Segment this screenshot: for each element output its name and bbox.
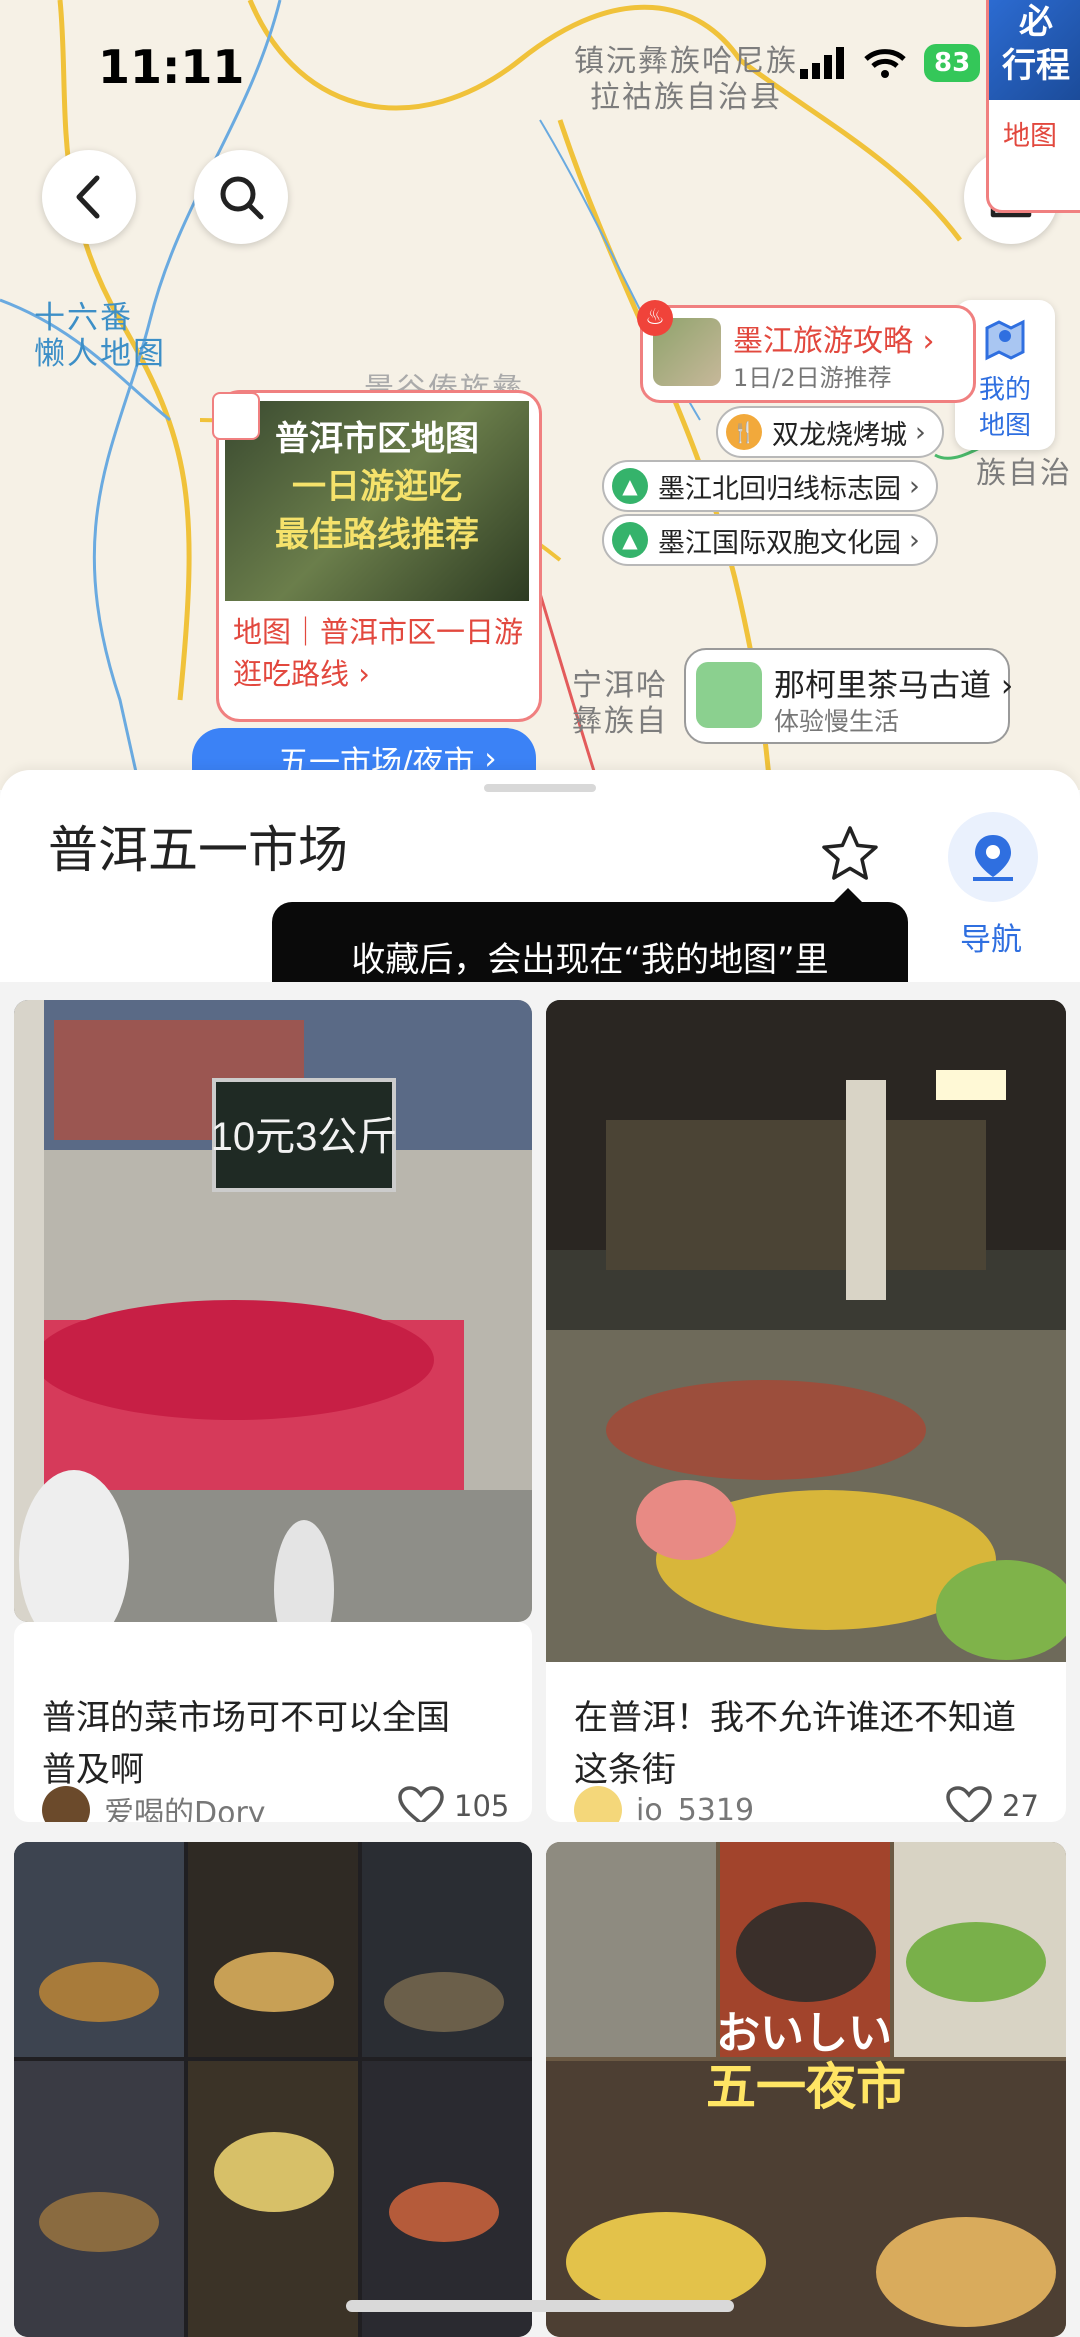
note-photo: 10元3公斤 — [14, 1000, 532, 1622]
like-count: 105 — [454, 1789, 510, 1822]
ninger-label: 宁洱哈 彝族自 — [572, 668, 668, 740]
note-card[interactable]: おいしい 五一夜市 — [546, 1842, 1066, 2337]
mojiang-subtitle: 1日/2日游推荐 — [733, 364, 892, 392]
puer-card-line1: 普洱市区地图 — [275, 419, 479, 459]
ninger-label-line2: 彝族自 — [572, 704, 668, 739]
star-icon[interactable] — [818, 822, 882, 886]
county-label: 镇沅彝族哈尼族 拉祜族自治县 — [574, 44, 798, 116]
map-view[interactable]: 镇沅彝族哈尼族 拉祜族自治县 十六番 懒人地图 景谷傣族彝 宁洱哈 彝族自 族自… — [0, 0, 1080, 790]
photo-overlay-line2: 五一夜市 — [706, 2059, 906, 2115]
status-time: 11:11 — [98, 40, 245, 94]
chevron-right-icon: › — [909, 470, 920, 502]
chevron-right-icon: › — [915, 416, 926, 448]
note-title-text: 普洱的菜市场可不可以全国普及啊 — [42, 1698, 450, 1790]
fork-knife-icon: 🍴 — [726, 414, 762, 450]
poi-label: 双龙烧烤城 — [772, 419, 907, 451]
section-divider — [0, 982, 1080, 1000]
search-icon — [220, 176, 264, 220]
battery-indicator: 83 — [924, 44, 981, 82]
ninger-label-line1: 宁洱哈 — [572, 668, 668, 703]
puer-card-line3: 最佳路线推荐 — [275, 515, 479, 555]
park-icon: ▲ — [612, 522, 648, 558]
mojiang-guide-card[interactable]: ♨ 墨江旅游攻略 › 1日/2日游推荐 — [637, 300, 976, 403]
heart-icon — [946, 1786, 992, 1822]
photo-sign-text: 10元3公斤 — [211, 1115, 398, 1159]
note-author[interactable]: io_5319 — [574, 1786, 754, 1822]
puer-card-line2: 一日游逛吃 — [292, 467, 462, 507]
puer-card-caption: 地图｜普洱市区一日游逛吃路线 › — [233, 615, 524, 691]
avatar — [42, 1786, 90, 1822]
ad-corner-label: 地图 — [1003, 121, 1057, 152]
place-title: 普洱五一市场 — [48, 821, 348, 879]
ad-corner-card[interactable]: 必行程 地图 — [986, 0, 1080, 213]
author-name: 爱喝的Dory — [104, 1796, 266, 1822]
wifi-icon — [864, 49, 906, 78]
note-card[interactable] — [14, 1842, 532, 2337]
poi-shuanglong-bbq[interactable]: 🍴 双龙烧烤城 › — [716, 406, 944, 458]
puer-card-image: 普洱市区地图 一日游逛吃 最佳路线推荐 — [225, 401, 529, 601]
note-card[interactable]: 在普洱！我不允许谁还不知道这条街 io_5319 27 — [546, 1000, 1066, 1822]
nakeli-title: 那柯里茶马古道 › — [774, 668, 1014, 704]
liuliufan-label-line1: 十六番 — [34, 300, 133, 336]
status-icons: 83 — [800, 44, 981, 82]
navigate-button[interactable] — [948, 812, 1038, 902]
county-label-line1: 镇沅彝族哈尼族 — [574, 44, 798, 79]
puer-map-card[interactable]: 普洱市区地图 一日游逛吃 最佳路线推荐 地图｜普洱市区一日游逛吃路线 › — [216, 390, 542, 722]
mojiang-title: 墨江旅游攻略 › — [733, 324, 935, 359]
note-card[interactable]: 10元3公斤 普洱的菜市场可不可以全国普及啊 — [14, 1000, 532, 1622]
photo-overlay-line1: おいしい — [716, 2009, 892, 2058]
nakeli-thumbnail — [696, 662, 762, 728]
my-map-label-line2: 地图 — [978, 411, 1031, 441]
poi-label: 墨江国际双胞文化园 — [658, 527, 901, 559]
puer-card-overlay: 普洱市区地图 一日游逛吃 最佳路线推荐 — [225, 401, 529, 559]
county-label-line2: 拉祜族自治县 — [590, 80, 782, 115]
back-arrow-icon — [76, 175, 100, 219]
map-pin-icon — [985, 319, 1025, 361]
search-button[interactable] — [194, 150, 288, 244]
chevron-right-icon: › — [909, 524, 920, 556]
home-indicator — [346, 2300, 734, 2312]
like-count: 27 — [1002, 1789, 1039, 1822]
note-footer[interactable]: 普洱的菜市场可不可以全国普及啊 爱喝的Dory 105 — [14, 1622, 532, 1822]
sheet-grabber[interactable] — [484, 784, 596, 792]
park-icon: ▲ — [612, 468, 648, 504]
like-button[interactable]: 27 — [946, 1786, 1039, 1822]
poi-tropic-park[interactable]: ▲ 墨江北回归线标志园 › — [602, 460, 938, 512]
right-label: 族自治 — [976, 456, 1072, 491]
signal-icon — [800, 47, 844, 79]
navigation-pin-icon — [973, 835, 1013, 881]
liuliufan-label-line2: 懒人地图 — [34, 336, 166, 372]
navigate-label: 导航 — [960, 922, 1022, 958]
author-name: io_5319 — [636, 1792, 755, 1823]
poi-twins-park[interactable]: ▲ 墨江国际双胞文化园 › — [602, 514, 938, 566]
nakeli-card[interactable]: 那柯里茶马古道 › 体验慢生活 — [684, 648, 1014, 744]
back-button[interactable] — [42, 150, 136, 244]
map-pin-badge-icon — [212, 392, 260, 440]
place-sheet: 普洱五一市场 导航 收藏后，会出现在“我的地图”里 10元3公斤 普洱的菜市场可… — [0, 770, 1080, 2337]
note-photo: おいしい 五一夜市 — [546, 1842, 1066, 2337]
poi-label: 墨江北回归线标志园 — [658, 473, 901, 505]
ad-corner-image: 必行程 — [989, 0, 1080, 100]
avatar — [574, 1786, 622, 1822]
note-title: 在普洱！我不允许谁还不知道这条街 — [574, 1698, 1016, 1790]
note-author[interactable]: 爱喝的Dory — [42, 1786, 266, 1822]
note-photo — [546, 1000, 1066, 1662]
notes-feed: 10元3公斤 普洱的菜市场可不可以全国普及啊 普洱的菜市场可不可以全国普及啊 爱… — [0, 1000, 1080, 2337]
note-photo — [14, 1842, 532, 2337]
heart-icon — [398, 1786, 444, 1822]
nakeli-subtitle: 体验慢生活 — [774, 707, 900, 736]
liuliufan-label: 十六番 懒人地图 — [34, 300, 166, 372]
like-button[interactable]: 105 — [398, 1786, 509, 1822]
fire-icon: ♨ — [637, 300, 673, 336]
